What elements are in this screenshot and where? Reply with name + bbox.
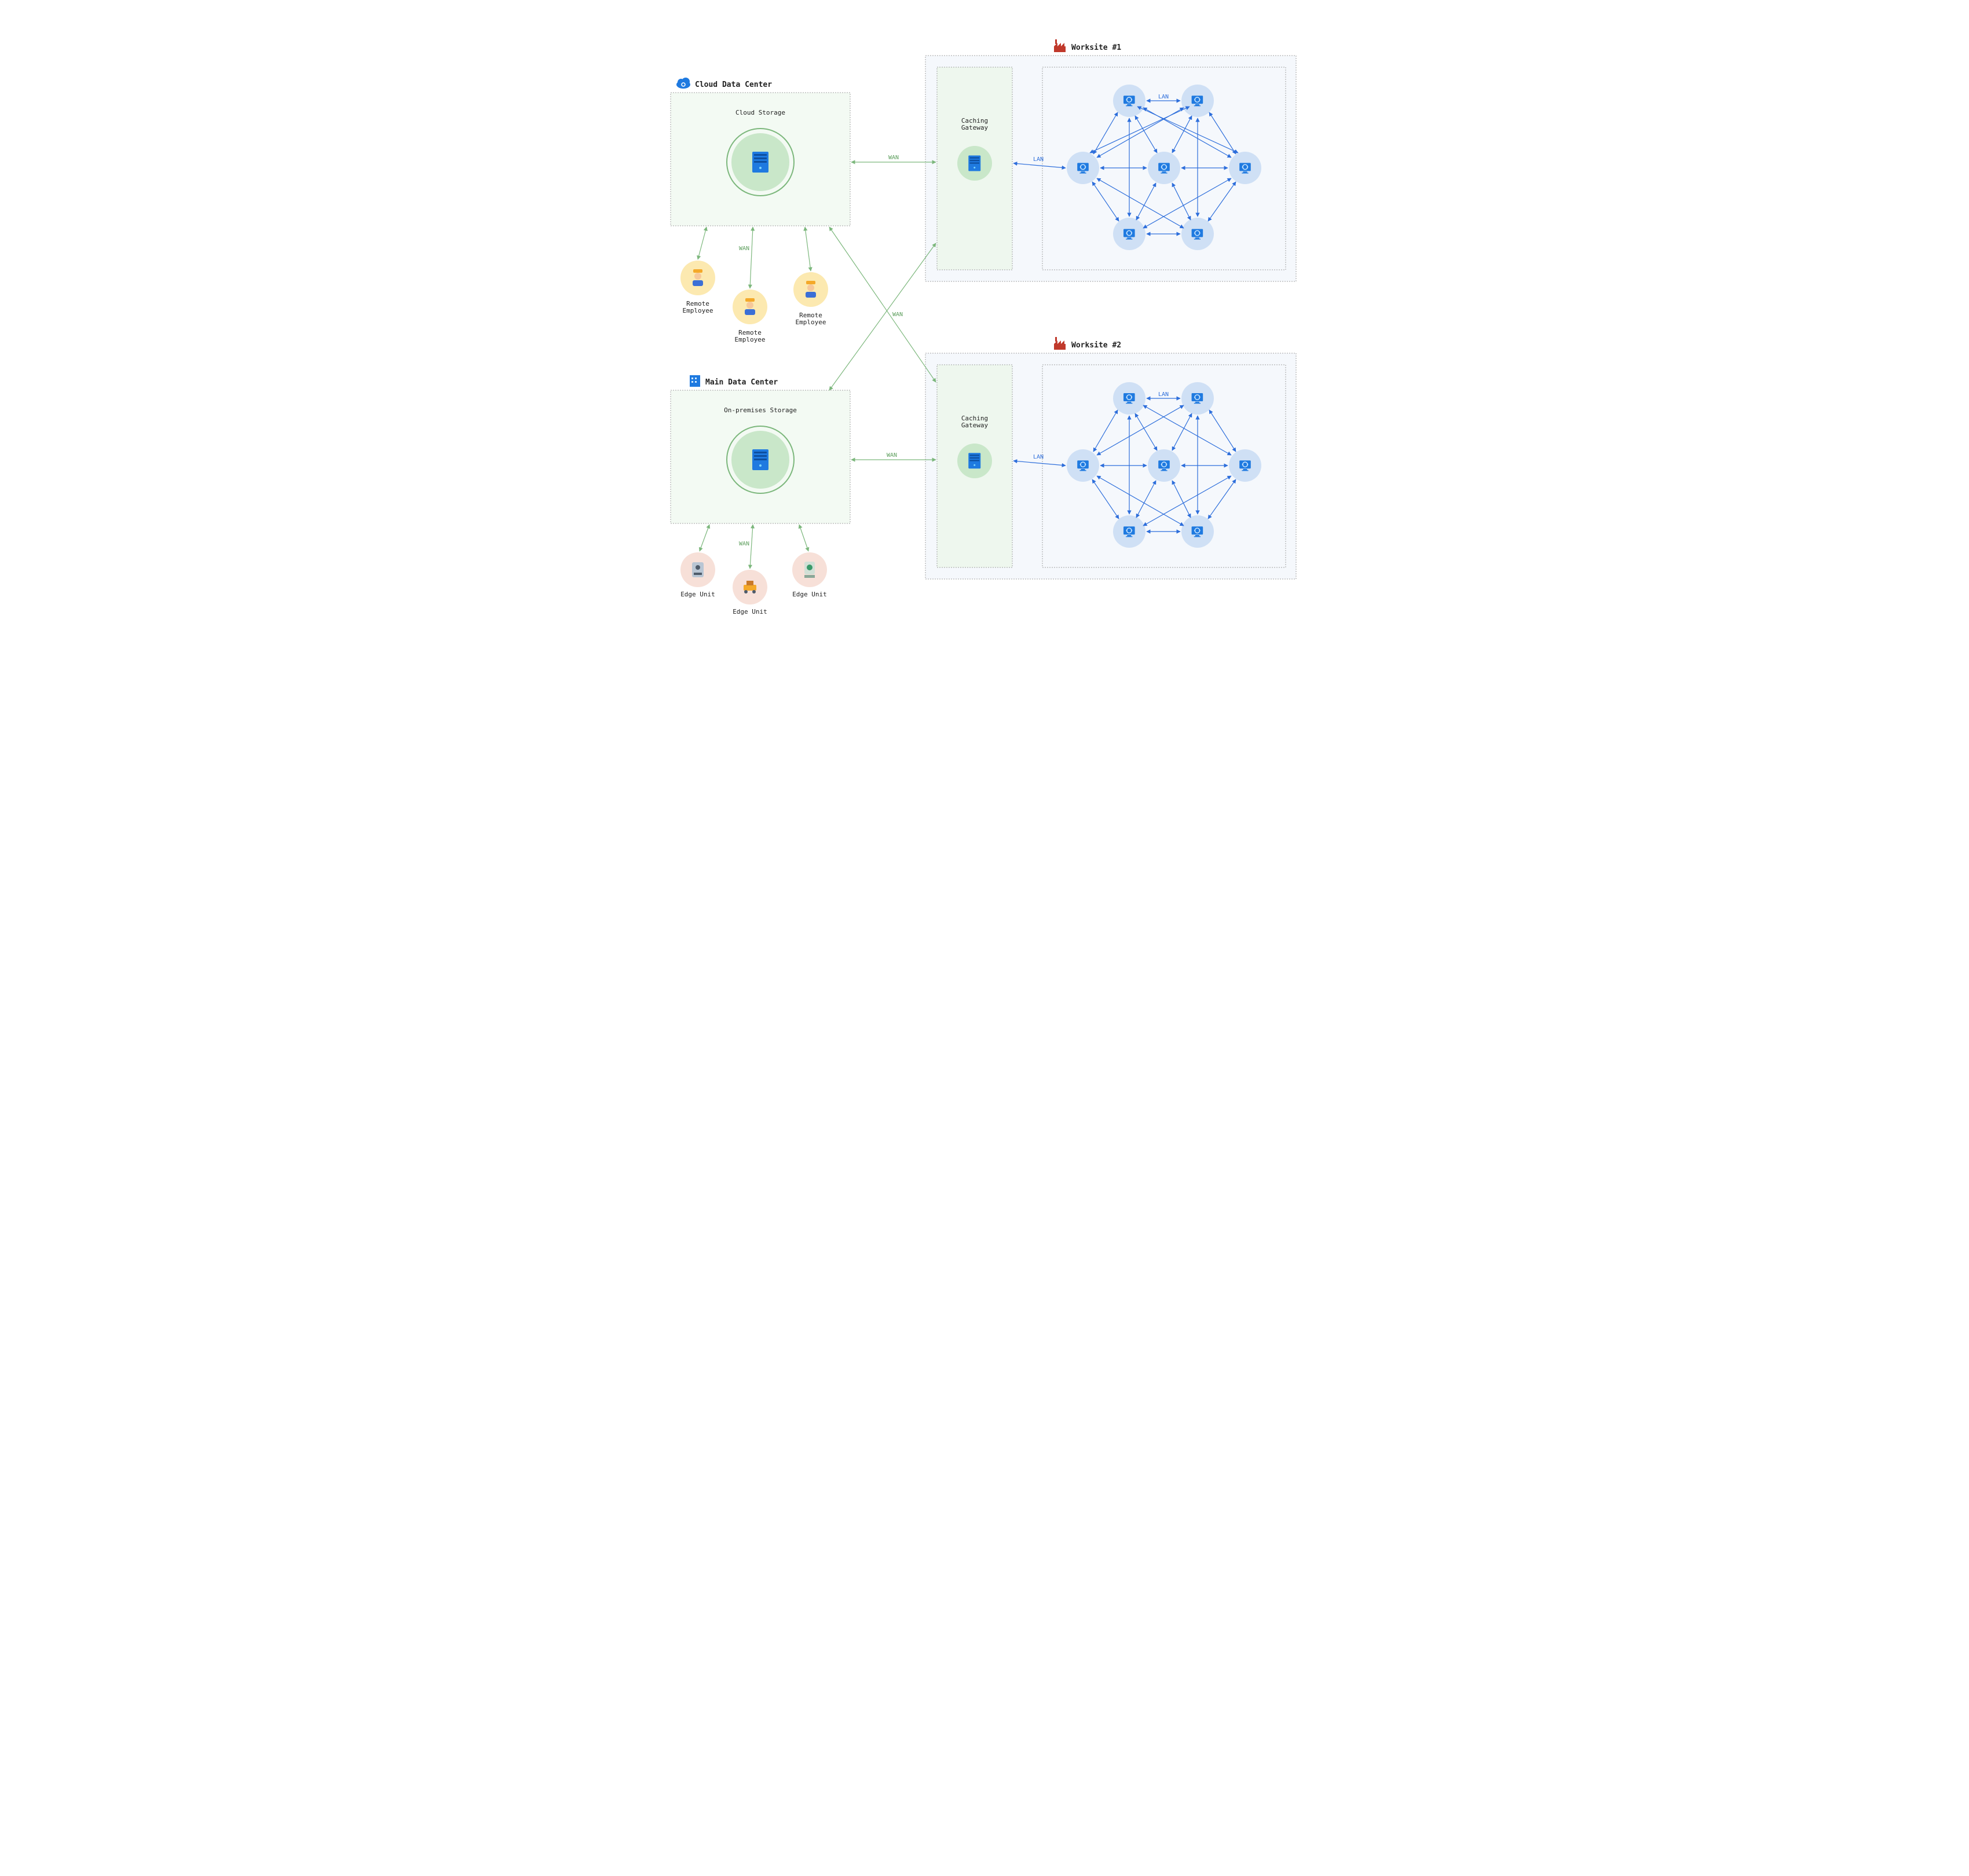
edge-device-icon [692, 562, 704, 577]
server-icon [968, 156, 980, 171]
lan-label: LAN [1033, 454, 1044, 460]
gateway-label: CachingGateway [961, 117, 989, 131]
edge-label: Edge Unit [792, 591, 827, 598]
edge-units: Edge Unit Edge Unit Edge Unit [680, 552, 827, 615]
employee-label: RemoteEmployee [796, 312, 826, 326]
cloud-data-center: Cloud Data Center Cloud Storage [671, 78, 850, 226]
worksite-1: Worksite #1 CachingGateway LAN [925, 39, 1296, 281]
gateway-label: CachingGateway [961, 415, 989, 429]
employee-1: RemoteEmployee [680, 261, 715, 314]
onprem-storage-label: On-premises Storage [724, 406, 797, 414]
employee-2: RemoteEmployee [733, 290, 767, 343]
cloud-icon [676, 78, 690, 89]
remote-employees: RemoteEmployee RemoteEmployee RemoteEmpl… [680, 261, 828, 343]
building-icon [690, 375, 700, 387]
cloud-storage-label: Cloud Storage [735, 109, 785, 116]
wan-label: WAN [887, 452, 897, 459]
lan-label: LAN [1158, 94, 1169, 100]
employee-label: RemoteEmployee [683, 300, 713, 314]
cloud-dc-title: Cloud Data Center [695, 80, 772, 89]
worksite1-title: Worksite #1 [1071, 43, 1121, 52]
edge-unit-1: Edge Unit [680, 552, 715, 598]
edge-device-icon [804, 562, 815, 578]
wan-label: WAN [892, 312, 903, 318]
edge-unit-2: Edge Unit [733, 570, 767, 615]
factory-icon [1054, 337, 1066, 350]
wan-label: WAN [739, 246, 749, 252]
edge-label: Edge Unit [680, 591, 715, 598]
employee-3: RemoteEmployee [793, 272, 828, 326]
server-icon [752, 152, 768, 173]
lan-label: LAN [1158, 391, 1169, 398]
architecture-diagram: Cloud Data Center Cloud Storage RemoteEm… [637, 0, 1332, 660]
employee-label: RemoteEmployee [735, 329, 766, 343]
main-dc-title: Main Data Center [705, 378, 778, 387]
main-data-center: Main Data Center On-premises Storage [671, 375, 850, 523]
server-icon [752, 449, 768, 470]
lan-label: LAN [1033, 156, 1044, 163]
edge-label: Edge Unit [733, 608, 767, 615]
worksite2-title: Worksite #2 [1071, 341, 1121, 350]
server-icon [968, 453, 980, 468]
wan-label: WAN [888, 155, 899, 161]
edge-unit-3: Edge Unit [792, 552, 827, 598]
factory-icon [1054, 39, 1066, 52]
worksite-2: Worksite #2 CachingGateway LAN [925, 337, 1296, 579]
wan-label: WAN [739, 541, 749, 547]
